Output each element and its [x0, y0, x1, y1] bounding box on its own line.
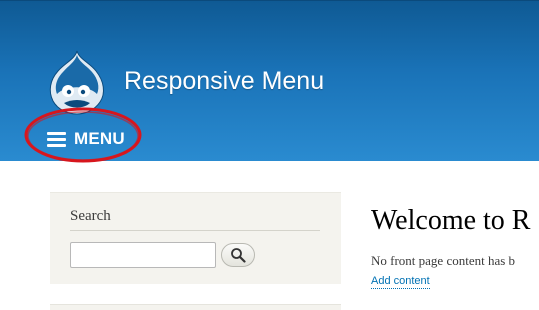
site-header: Responsive Menu MENU: [0, 0, 539, 161]
search-button[interactable]: [221, 243, 255, 267]
menu-label: MENU: [74, 129, 125, 148]
search-block: Search: [50, 192, 341, 284]
menu-toggle-button[interactable]: MENU: [47, 126, 125, 152]
page-title: Welcome to R: [371, 205, 531, 236]
page-message: No front page content has b: [371, 253, 516, 268]
search-input[interactable]: [70, 242, 216, 268]
magnifier-icon: [231, 248, 246, 263]
search-block-title: Search: [70, 208, 111, 224]
site-name[interactable]: Responsive Menu: [124, 65, 324, 97]
hamburger-icon: [47, 131, 66, 147]
divider: [70, 230, 320, 231]
drupal-logo[interactable]: [46, 49, 108, 115]
add-content-link[interactable]: Add content: [371, 275, 430, 289]
sidebar-block: [50, 304, 341, 310]
